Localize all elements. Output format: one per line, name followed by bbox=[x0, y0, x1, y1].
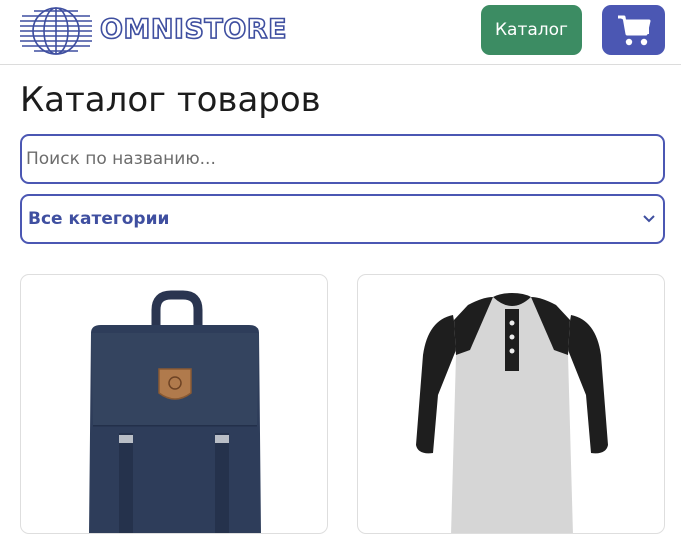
search-input[interactable] bbox=[20, 134, 665, 184]
chevron-down-icon bbox=[643, 215, 655, 223]
globe-logo-icon bbox=[20, 7, 92, 55]
cart-button[interactable] bbox=[602, 5, 665, 55]
site-logo[interactable]: OMNISTORE bbox=[20, 6, 287, 56]
page-title: Каталог товаров bbox=[20, 80, 321, 120]
cart-icon bbox=[617, 15, 650, 46]
logo-text: OMNISTORE bbox=[99, 14, 288, 46]
product-image-backpack[interactable] bbox=[21, 275, 328, 534]
category-select[interactable]: Все категории bbox=[20, 194, 665, 244]
category-select-value: Все категории bbox=[28, 209, 170, 229]
product-card[interactable] bbox=[357, 274, 665, 534]
product-image-shirt[interactable] bbox=[358, 275, 665, 534]
catalog-button[interactable]: Каталог bbox=[481, 5, 582, 55]
product-card[interactable] bbox=[20, 274, 328, 534]
site-header: OMNISTORE Каталог bbox=[0, 0, 681, 65]
